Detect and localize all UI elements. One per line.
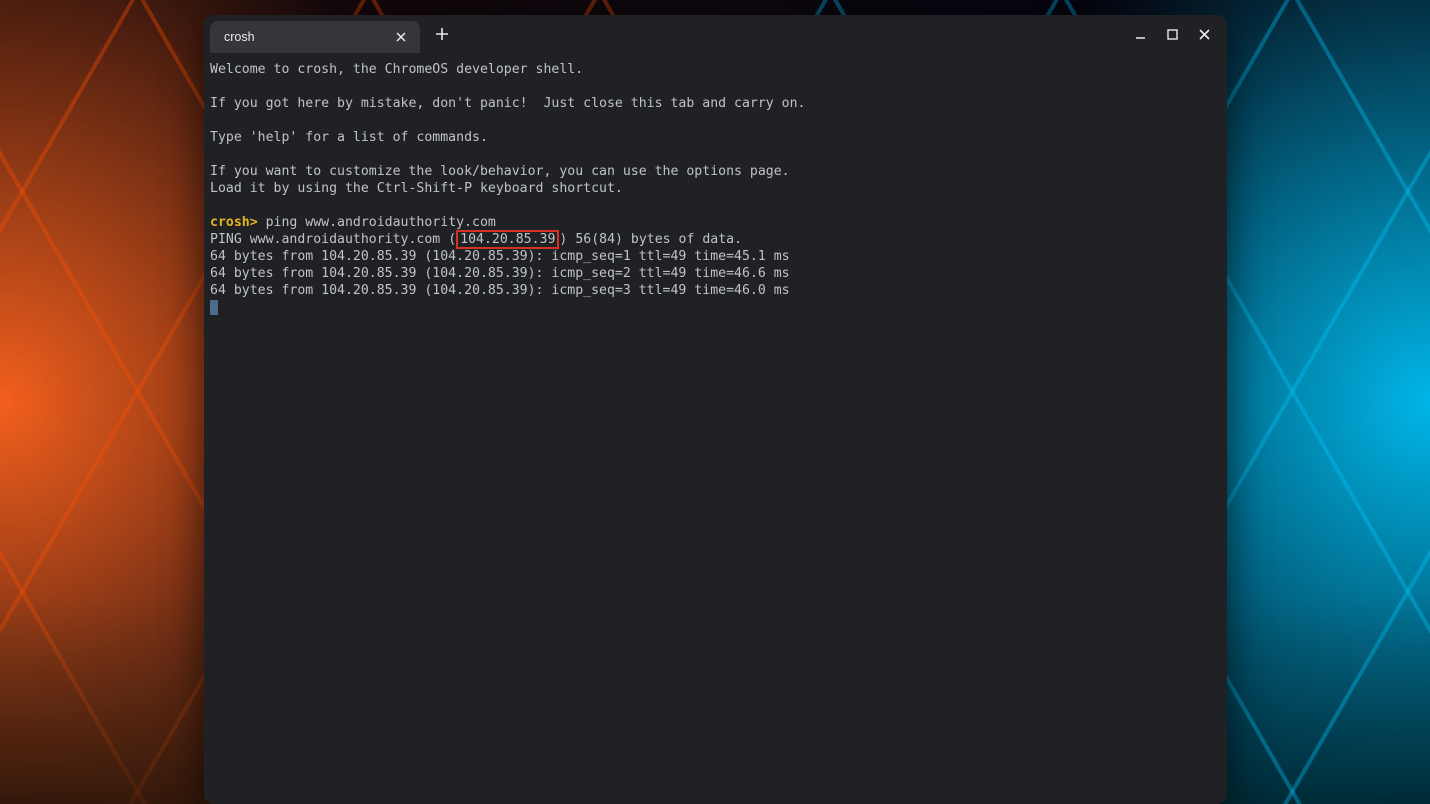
- tab-label: crosh: [224, 30, 392, 44]
- terminal-output[interactable]: Welcome to crosh, the ChromeOS developer…: [204, 53, 1227, 804]
- terminal-prompt: crosh>: [210, 215, 258, 230]
- close-window-button[interactable]: [1195, 25, 1213, 43]
- ping-ip-highlight: 104.20.85.39: [456, 230, 559, 249]
- ping-ip-open-paren: (: [448, 232, 456, 247]
- ping-header-suffix: 56(84) bytes of data.: [567, 232, 742, 247]
- terminal-window: crosh Welcome to crosh, the ChromeOS dev…: [204, 15, 1227, 804]
- terminal-command: ping www.androidauthority.com: [258, 215, 496, 230]
- tab-crosh[interactable]: crosh: [210, 21, 420, 53]
- terminal-cursor: [210, 300, 218, 315]
- ping-reply-line: 64 bytes from 104.20.85.39 (104.20.85.39…: [210, 266, 790, 281]
- terminal-line: Type 'help' for a list of commands.: [210, 130, 488, 145]
- minimize-button[interactable]: [1131, 25, 1149, 43]
- ping-reply-line: 64 bytes from 104.20.85.39 (104.20.85.39…: [210, 249, 790, 264]
- window-controls: [1131, 25, 1221, 43]
- ping-reply-line: 64 bytes from 104.20.85.39 (104.20.85.39…: [210, 283, 790, 298]
- new-tab-button[interactable]: [428, 20, 456, 48]
- window-titlebar: crosh: [204, 15, 1227, 53]
- close-tab-icon[interactable]: [392, 28, 410, 46]
- terminal-line: If you got here by mistake, don't panic!…: [210, 96, 805, 111]
- terminal-line: Load it by using the Ctrl-Shift-P keyboa…: [210, 181, 623, 196]
- maximize-button[interactable]: [1163, 25, 1181, 43]
- terminal-line: Welcome to crosh, the ChromeOS developer…: [210, 62, 583, 77]
- terminal-line: If you want to customize the look/behavi…: [210, 164, 790, 179]
- ping-header-prefix: PING www.androidauthority.com: [210, 232, 448, 247]
